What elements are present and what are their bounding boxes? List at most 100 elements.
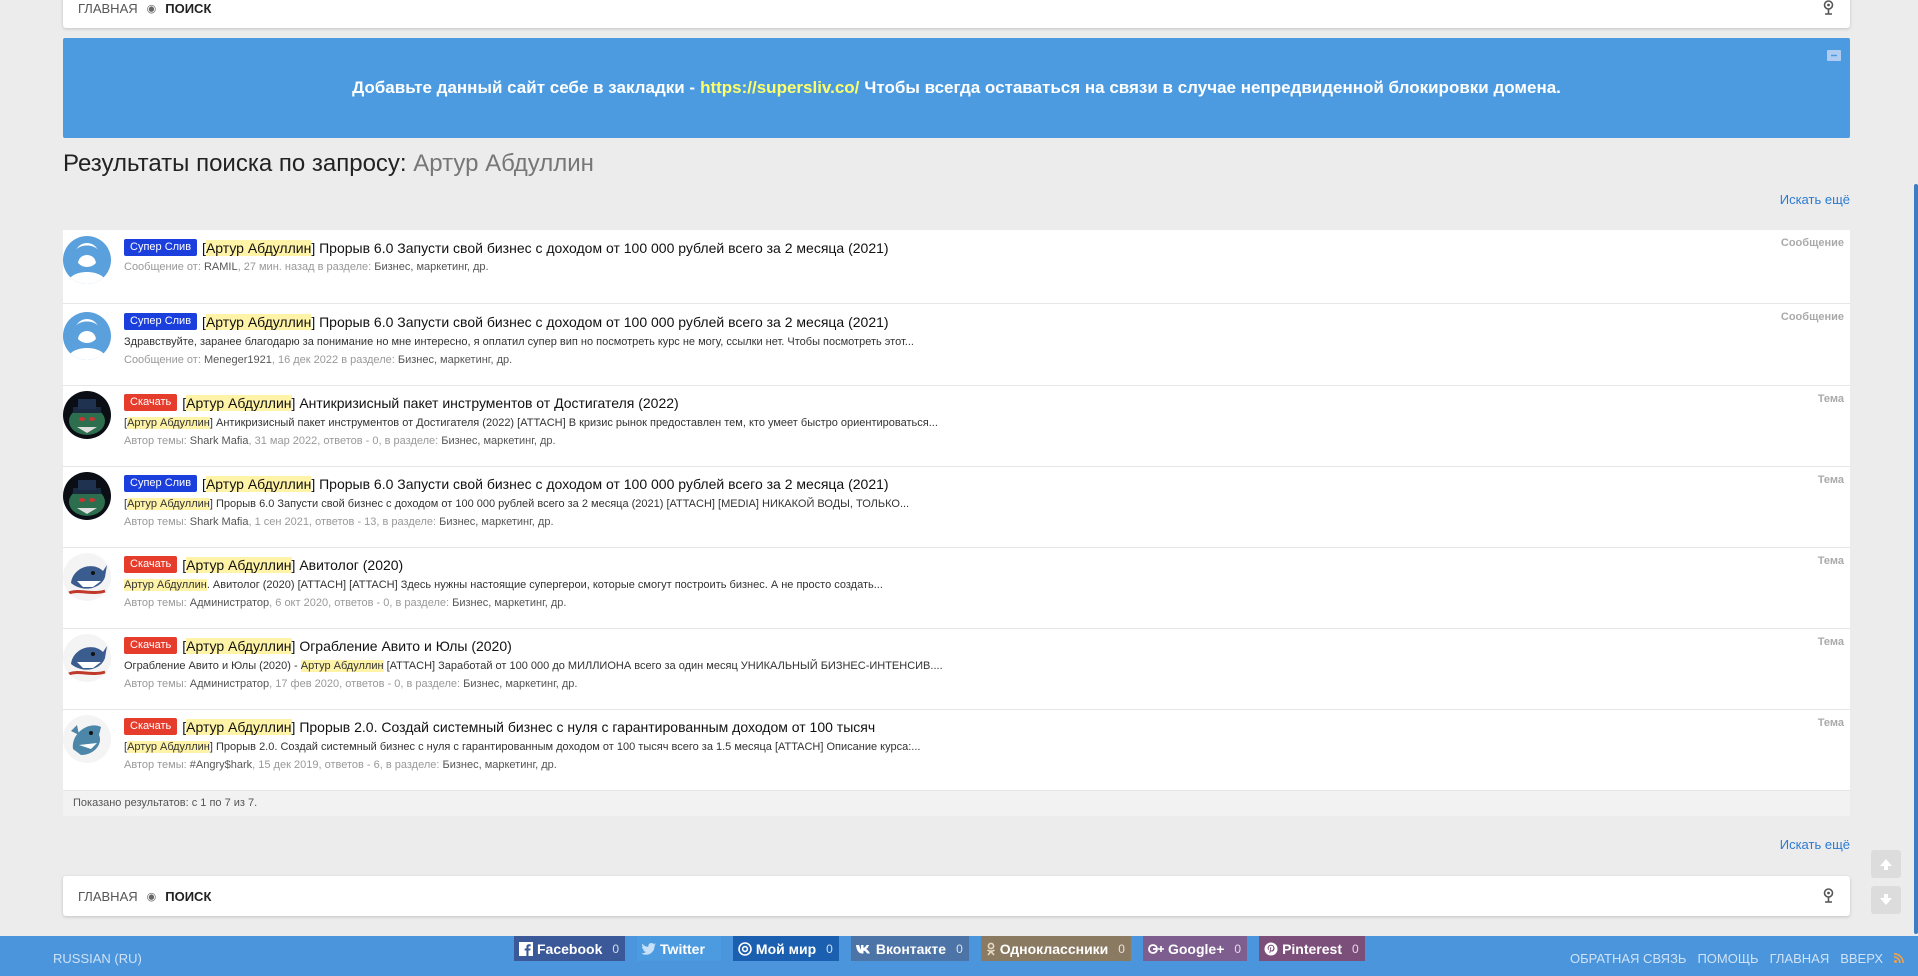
result-title-link[interactable]: [Артур Абдуллин] Антикризисный пакет инс… [182,394,679,411]
result-title-text: Прорыв 6.0 Запусти свой бизнес с доходом… [319,475,889,492]
prefix-badge[interactable]: Скачать [124,394,178,411]
author-link[interactable]: Meneger1921 [204,354,272,366]
share-count: 0 [612,941,620,956]
section-link[interactable]: Бизнес, маркетинг, др. [463,678,577,690]
search-more-link-top[interactable]: Искать ещё [1780,192,1850,207]
prefix-badge[interactable]: Скачать [124,637,178,654]
avatar[interactable] [63,634,111,682]
result-row: Тема Скачать [Артур Абдуллин] Ограбление А… [63,629,1850,710]
snippet-text: . Авитолог (2020) [ATTACH] [ATTACH] Здес… [206,579,883,591]
share-label: Google+ [1167,940,1225,957]
share-count: 0 [1234,941,1242,956]
rss-icon[interactable] [1893,951,1904,966]
result-title: Скачать [Артур Абдуллин] Антикризисный па… [124,394,1850,411]
footer-nav-link[interactable]: ПОМОЩЬ [1697,951,1758,966]
result-type-label: Тема [1817,474,1844,486]
share-button-twitter[interactable]: Twitter [637,936,721,961]
result-title-link[interactable]: [Артур Абдуллин] Прорыв 6.0 Запусти свой… [202,239,889,256]
breadcrumb-home[interactable]: ГЛАВНАЯ [78,1,138,16]
section-link[interactable]: Бизнес, маркетинг, др. [441,435,555,447]
scroll-up-button[interactable] [1871,850,1901,878]
breadcrumb-bottom: ГЛАВНАЯ ◉ ПОИСК [63,876,1850,916]
footer-nav-link[interactable]: ВВЕРХ [1840,951,1883,966]
author-link[interactable]: Администратор [190,678,269,690]
author-link[interactable]: #Angry$hark [190,759,252,771]
share-button-ok[interactable]: Одноклассники 0 [980,936,1131,961]
breadcrumb-current[interactable]: ПОИСК [165,889,211,904]
section-link[interactable]: Бизнес, маркетинг, др. [439,516,553,528]
section-link[interactable]: Бизнес, маркетинг, др. [374,261,488,273]
reply-count: ответов - 6 [324,759,380,771]
page-title-prefix: Результаты поиска по запросу: [63,150,407,177]
scrollbar[interactable] [1914,184,1918,934]
section-link[interactable]: Бизнес, маркетинг, др. [398,354,512,366]
language-selector[interactable]: RUSSIAN (RU) [53,951,142,966]
pin-icon[interactable] [1821,887,1835,905]
section-link[interactable]: Бизнес, маркетинг, др. [442,759,556,771]
meta-label: Автор темы: [124,759,187,771]
scroll-down-button[interactable] [1871,886,1901,914]
post-date: 27 мин. назад [243,261,315,273]
search-query: Артур Абдуллин [413,150,594,177]
breadcrumb-home[interactable]: ГЛАВНАЯ [78,889,138,904]
highlight-term: Артур Абдуллин [205,239,312,256]
search-more-link-bottom[interactable]: Искать ещё [1780,837,1850,852]
avatar[interactable] [63,715,111,763]
prefix-badge[interactable]: Скачать [124,718,178,735]
notice-link[interactable]: https://supersliv.co/ [700,78,859,98]
result-type-label: Сообщение [1780,237,1844,249]
result-title-text: Антикризисный пакет инструментов от Дост… [299,394,679,411]
footer-nav-link[interactable]: ГЛАВНАЯ [1770,951,1830,966]
avatar[interactable] [63,236,111,284]
author-link[interactable]: Администратор [190,597,269,609]
result-row: Тема Скачать [Артур Абдуллин] Прорыв 2.0. … [63,710,1850,791]
results-count: Показано результатов: с 1 по 7 из 7. [63,791,1850,816]
result-title-link[interactable]: [Артур Абдуллин] Авитолог (2020) [182,556,403,573]
author-link[interactable]: RAMIL [204,261,238,273]
section-label: в разделе: [406,678,461,690]
share-button-vk[interactable]: Вконтакте 0 [850,936,969,961]
prefix-badge[interactable]: Скачать [124,556,178,573]
breadcrumb-separator-icon: ◉ [146,2,157,15]
result-title-link[interactable]: [Артур Абдуллин] Прорыв 6.0 Запусти свой… [202,475,889,492]
result-title: Скачать [Артур Абдуллин] Авитолог (2020) [124,556,1850,573]
share-label: Pinterest [1282,940,1342,957]
section-label: в разделе: [384,435,439,447]
share-button-pinterest[interactable]: Pinterest 0 [1259,936,1365,961]
result-title-link[interactable]: [Артур Абдуллин] Прорыв 6.0 Запусти свой… [202,313,889,330]
post-date: 1 сен 2021 [254,516,309,528]
prefix-badge[interactable]: Супер Слив [124,475,198,492]
share-count: 0 [956,941,963,956]
footer-nav-link[interactable]: ОБРАТНАЯ СВЯЗЬ [1570,951,1687,966]
result-title-link[interactable]: [Артур Абдуллин] Прорыв 2.0. Создай сист… [182,718,875,735]
avatar[interactable] [63,472,111,520]
avatar[interactable] [63,553,111,601]
result-type-label: Сообщение [1780,311,1844,323]
share-button-moimir[interactable]: Мой мир 0 [732,936,839,961]
prefix-badge[interactable]: Супер Слив [124,239,198,256]
author-link[interactable]: Shark Mafia [190,435,249,447]
highlight-term: Артур Абдуллин [127,741,210,753]
facebook-icon [519,941,537,956]
avatar[interactable] [63,312,111,360]
post-date: 16 дек 2022 [277,354,339,366]
post-date: 17 фев 2020 [275,678,340,690]
highlight-term: Артур Абдуллин [127,498,210,510]
breadcrumb-current[interactable]: ПОИСК [165,1,211,16]
pin-icon[interactable] [1821,0,1835,17]
share-button-googleplus[interactable]: Google+ 0 [1142,936,1248,961]
author-link[interactable]: Shark Mafia [190,516,249,528]
result-title-link[interactable]: [Артур Абдуллин] Ограбление Авито и Юлы … [182,637,512,654]
snippet-text: Ограбление Авито и Юлы (2020) - Артур Аб… [124,660,943,672]
share-button-facebook[interactable]: Facebook 0 [514,936,626,961]
reply-count: ответов - 13 [315,516,377,528]
share-count: 0 [1118,941,1125,956]
prefix-badge[interactable]: Супер Слив [124,313,198,330]
share-label: Facebook [537,940,603,957]
section-link[interactable]: Бизнес, маркетинг, др. [452,597,566,609]
dismiss-notice-icon[interactable] [1827,46,1841,61]
avatar[interactable] [63,391,111,439]
highlight-term: Артур Абдуллин [186,637,292,654]
result-meta: Сообщение от: Meneger1921, 16 дек 2022 в… [124,354,513,366]
highlight-term: Артур Абдуллин [205,313,312,330]
